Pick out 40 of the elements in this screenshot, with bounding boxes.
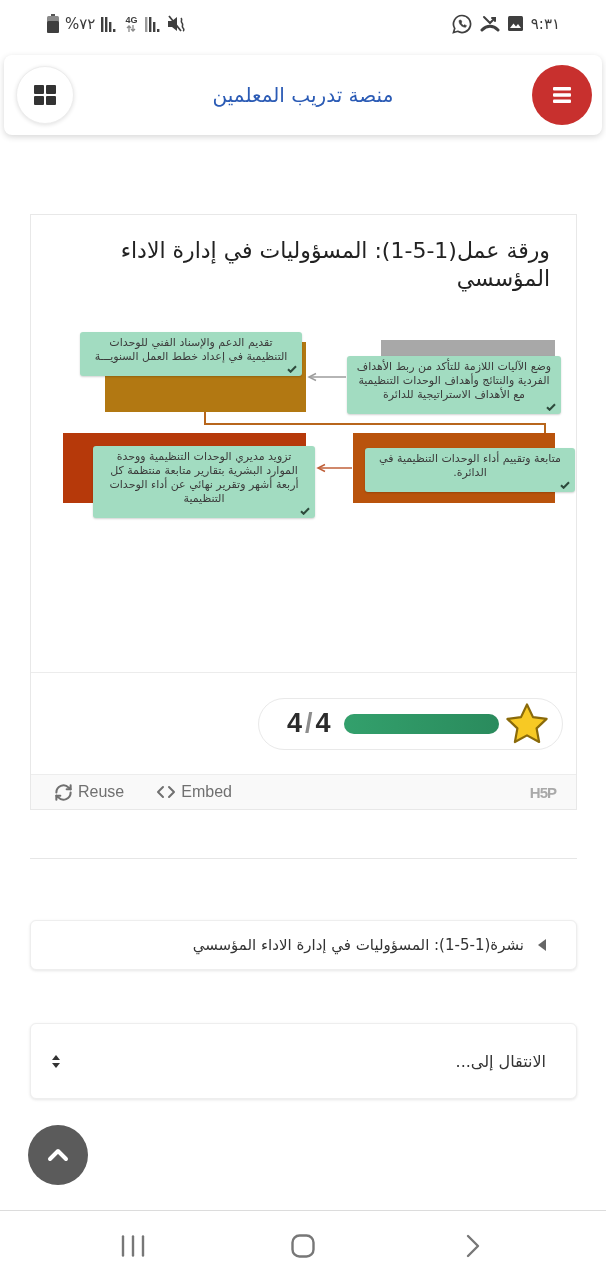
arrow — [316, 463, 353, 473]
network-type: 4G — [125, 15, 138, 25]
clock-time: ٩:٣١ — [530, 14, 560, 33]
activity-title: ورقة عمل(1-5-1): المسؤوليات في إدارة الاداء المؤسسي — [119, 237, 550, 293]
grid-icon — [34, 85, 56, 105]
apps-button[interactable] — [16, 66, 74, 124]
back-icon[interactable] — [466, 1233, 480, 1258]
site-title: منصة تدريب المعلمين — [212, 83, 394, 107]
battery-icon — [47, 14, 59, 33]
arrow — [307, 372, 347, 382]
answer-card[interactable]: وضع الآليات اللازمة للتأكد من ربط الأهداف الفردية والنتائج وأهداف الوحدات التنظيمية مع الأهداف الاستراتيجية للدائرة — [347, 356, 561, 414]
image-icon — [507, 16, 523, 31]
battery-percent: %٧٢ — [65, 14, 96, 33]
answer-card[interactable]: متابعة وتقييم أداء الوحدات التنظيمية في الدائرة. — [365, 448, 575, 492]
chevron-up-icon — [47, 1148, 69, 1162]
scroll-top-button[interactable] — [28, 1125, 88, 1185]
answer-card[interactable]: تقديم الدعم والإسناد الفني للوحدات التنظيمية في إعداد خطط العمل السنويـــة — [80, 332, 302, 376]
home-icon[interactable] — [291, 1233, 315, 1258]
muted-speaker-icon — [167, 14, 187, 33]
menu-button[interactable] — [532, 65, 592, 125]
select-value: الانتقال إلى... — [455, 1051, 546, 1071]
sort-icon — [52, 1054, 60, 1068]
signal-icon — [101, 15, 118, 32]
data-arrows-icon — [126, 24, 137, 32]
jump-select[interactable]: الانتقال إلى... — [30, 1023, 577, 1099]
score-text: 4/4 — [287, 708, 331, 739]
answer-card[interactable]: تزويد مديري الوحدات التنظيمية ووحدة الموارد البشرية بتقارير متابعة منتظمة كل أربعة أشهر وتقرير نهائي عن أداء الوحدات التنظيمية — [93, 446, 315, 518]
recent-apps-icon[interactable] — [121, 1234, 145, 1257]
missed-call-icon — [479, 14, 500, 33]
star-icon — [504, 701, 550, 746]
embed-button[interactable]: Embed — [156, 783, 232, 801]
brand-logo: H5P — [529, 783, 556, 801]
refresh-icon — [54, 782, 73, 802]
previous-activity-link[interactable]: نشرة(1-5-1): المسؤوليات في إدارة الاداء المؤسسي — [30, 920, 577, 970]
menu-icon — [553, 87, 571, 103]
signal-icon — [145, 15, 162, 32]
code-icon — [156, 785, 177, 799]
reuse-button[interactable]: Reuse — [54, 782, 125, 802]
triangle-icon — [538, 939, 546, 951]
chat-bubble-icon — [451, 13, 472, 34]
